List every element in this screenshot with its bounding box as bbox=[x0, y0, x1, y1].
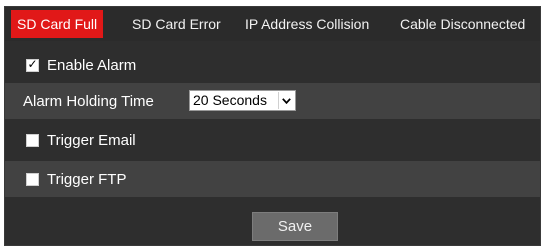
alarm-settings-panel: SD Card Full SD Card Error IP Address Co… bbox=[4, 6, 541, 246]
check-mark-icon: ✓ bbox=[27, 56, 38, 71]
tab-bar: SD Card Full SD Card Error IP Address Co… bbox=[5, 7, 540, 41]
trigger-ftp-checkbox[interactable] bbox=[26, 172, 39, 186]
trigger-ftp-label: Trigger FTP bbox=[47, 170, 127, 188]
alarm-holding-time-select[interactable]: 20 Seconds bbox=[189, 90, 296, 111]
enable-alarm-label: Enable Alarm bbox=[47, 56, 137, 74]
save-button[interactable]: Save bbox=[252, 212, 338, 241]
tab-sd-card-error[interactable]: SD Card Error bbox=[132, 10, 221, 38]
alarm-holding-time-row: Alarm Holding Time 20 Seconds bbox=[5, 83, 540, 119]
tab-ip-address-collision[interactable]: IP Address Collision bbox=[245, 10, 369, 38]
alarm-holding-time-value: 20 Seconds bbox=[193, 92, 267, 108]
alarm-holding-time-label: Alarm Holding Time bbox=[23, 92, 154, 110]
trigger-email-label: Trigger Email bbox=[47, 131, 136, 149]
chevron-down-icon[interactable] bbox=[278, 92, 294, 109]
tab-sd-card-full[interactable]: SD Card Full bbox=[11, 10, 104, 38]
tab-cable-disconnected[interactable]: Cable Disconnected bbox=[400, 10, 525, 38]
enable-alarm-row: ✓ Enable Alarm bbox=[5, 47, 540, 83]
trigger-email-row: Trigger Email bbox=[5, 122, 540, 158]
trigger-email-checkbox[interactable] bbox=[26, 133, 39, 147]
trigger-ftp-row: Trigger FTP bbox=[5, 161, 540, 197]
enable-alarm-checkbox[interactable]: ✓ bbox=[26, 56, 39, 72]
